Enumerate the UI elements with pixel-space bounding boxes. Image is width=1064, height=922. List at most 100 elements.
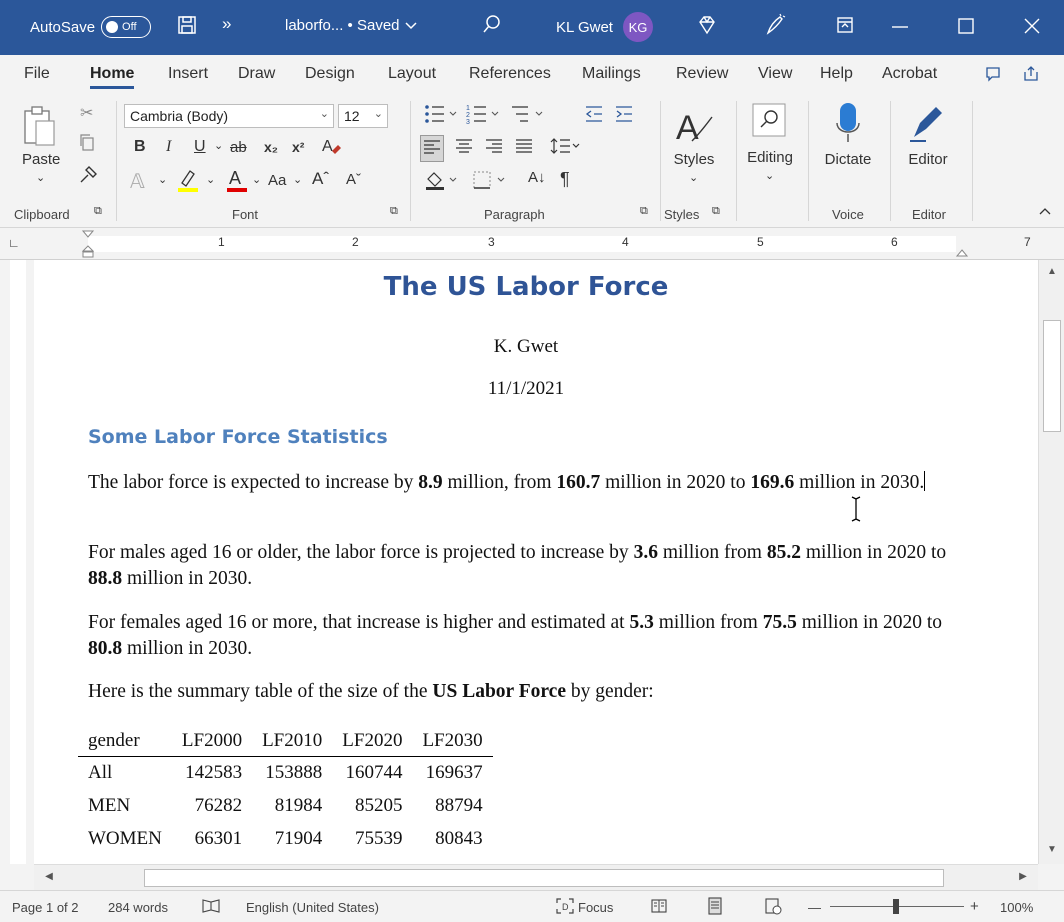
close-icon[interactable] (1024, 18, 1040, 34)
find-icon[interactable] (752, 103, 786, 140)
shrink-font-button[interactable]: Aˇ (346, 171, 361, 188)
strikethrough-button[interactable]: ab (230, 139, 247, 156)
dictate-button[interactable]: Dictate (820, 151, 876, 168)
horizontal-ruler[interactable]: ∟ 1 2 3 4 5 6 7 (0, 228, 1064, 260)
change-case-button[interactable]: Aa (268, 172, 286, 189)
highlight-dropdown-icon[interactable]: ⌄ (206, 173, 215, 186)
zoom-level[interactable]: 100% (1000, 900, 1033, 915)
document-page[interactable]: The US Labor Force K. Gwet 11/1/2021 Som… (34, 260, 1038, 864)
zoom-in-button[interactable]: + (970, 898, 979, 915)
paste-button[interactable]: Paste (22, 151, 60, 168)
italic-button[interactable]: I (166, 138, 171, 156)
styles-icon[interactable]: A (672, 107, 716, 150)
font-color-icon[interactable]: A (226, 167, 248, 196)
change-case-dropdown-icon[interactable]: ⌄ (293, 173, 302, 186)
scroll-up-icon[interactable]: ▲ (1043, 266, 1061, 277)
decrease-indent-icon[interactable] (584, 103, 604, 128)
zoom-out-button[interactable]: — (808, 900, 821, 915)
page-count[interactable]: Page 1 of 2 (12, 900, 79, 915)
cut-icon[interactable]: ✂ (80, 103, 93, 123)
align-right-button[interactable] (484, 136, 504, 159)
save-icon[interactable] (176, 14, 198, 36)
editor-pen-icon[interactable] (906, 103, 946, 146)
read-mode-icon[interactable] (650, 898, 668, 917)
tab-review[interactable]: Review (676, 65, 728, 83)
vertical-scroll-thumb[interactable] (1043, 320, 1061, 432)
document-name-dropdown[interactable]: laborfo... • Saved (285, 17, 418, 34)
font-launcher-icon[interactable]: ⧉ (390, 205, 398, 218)
tab-references[interactable]: References (469, 65, 551, 83)
clipboard-launcher-icon[interactable]: ⧉ (94, 205, 102, 218)
scroll-down-icon[interactable]: ▼ (1043, 844, 1061, 855)
editing-button[interactable]: Editing (738, 149, 802, 166)
first-line-indent-marker[interactable] (81, 230, 95, 263)
paste-dropdown-icon[interactable]: ⌄ (36, 171, 45, 184)
increase-indent-icon[interactable] (614, 103, 634, 128)
shading-icon[interactable] (424, 169, 464, 194)
focus-button[interactable]: Focus (578, 900, 613, 915)
vertical-scrollbar[interactable]: ▲ ▼ (1038, 260, 1064, 864)
highlight-color-icon[interactable] (176, 167, 200, 196)
borders-icon[interactable] (472, 169, 512, 194)
editor-button[interactable]: Editor (902, 151, 954, 168)
underline-dropdown-icon[interactable]: ⌄ (214, 139, 223, 152)
collapse-ribbon-icon[interactable] (1038, 203, 1052, 219)
tab-home[interactable]: Home (90, 65, 135, 89)
horizontal-scrollbar[interactable]: ◀ ▶ (34, 864, 1038, 890)
styles-dropdown-icon[interactable]: ⌄ (689, 171, 698, 184)
tab-draw[interactable]: Draw (238, 65, 275, 83)
ribbon-display-options-icon[interactable] (836, 16, 854, 34)
maximize-icon[interactable] (958, 18, 974, 34)
tab-design[interactable]: Design (305, 65, 355, 83)
copy-icon[interactable] (78, 133, 96, 154)
styles-button[interactable]: Styles (672, 151, 716, 168)
tab-view[interactable]: View (758, 65, 792, 83)
proofing-icon[interactable] (202, 898, 220, 917)
comments-icon[interactable] (980, 61, 1006, 87)
align-center-button[interactable] (454, 136, 474, 159)
text-effects-icon[interactable]: 𝔸 (130, 169, 145, 194)
scroll-right-icon[interactable]: ▶ (1014, 871, 1032, 882)
tab-mailings[interactable]: Mailings (582, 65, 641, 83)
tab-file[interactable]: File (24, 65, 50, 83)
autosave[interactable]: AutoSave Off (30, 16, 152, 38)
bullets-icon[interactable] (424, 103, 464, 128)
editing-dropdown-icon[interactable]: ⌄ (765, 169, 774, 182)
subscript-button[interactable]: x₂ (264, 139, 278, 155)
account[interactable]: KL Gwet KG (556, 12, 653, 42)
paragraph-launcher-icon[interactable]: ⧉ (640, 205, 648, 218)
text-effects-dropdown-icon[interactable]: ⌄ (158, 173, 167, 186)
diamond-icon[interactable] (696, 14, 718, 36)
grow-font-button[interactable]: Aˆ (312, 169, 329, 189)
show-formatting-button[interactable]: ¶ (560, 169, 570, 190)
bold-button[interactable]: B (134, 138, 146, 156)
tab-help[interactable]: Help (820, 65, 853, 83)
sort-button[interactable]: A↓ (528, 169, 546, 186)
tab-layout[interactable]: Layout (388, 65, 436, 83)
designer-pen-icon[interactable] (764, 13, 786, 37)
web-layout-icon[interactable] (764, 897, 782, 918)
format-painter-icon[interactable] (78, 165, 98, 188)
underline-button[interactable]: U (194, 138, 206, 156)
numbering-icon[interactable]: 123 (466, 103, 506, 128)
more-commands-icon[interactable]: » (222, 14, 231, 34)
share-icon[interactable] (1018, 61, 1044, 87)
align-left-button[interactable] (420, 135, 444, 162)
font-name-select[interactable]: Cambria (Body) ⌄ (124, 104, 334, 128)
styles-launcher-icon[interactable]: ⧉ (712, 205, 720, 218)
language[interactable]: English (United States) (246, 900, 379, 915)
focus-icon[interactable]: D (556, 898, 574, 917)
paste-icon[interactable] (22, 105, 58, 154)
tab-insert[interactable]: Insert (168, 65, 208, 83)
superscript-button[interactable]: x² (292, 139, 304, 155)
microphone-icon[interactable] (834, 101, 862, 148)
autosave-toggle[interactable]: Off (101, 16, 152, 38)
word-count[interactable]: 284 words (108, 900, 168, 915)
line-spacing-icon[interactable] (550, 136, 580, 159)
scroll-left-icon[interactable]: ◀ (40, 871, 58, 882)
font-color-dropdown-icon[interactable]: ⌄ (252, 173, 261, 186)
justify-button[interactable] (514, 136, 534, 159)
multilevel-list-icon[interactable] (510, 103, 550, 128)
zoom-slider-thumb[interactable] (893, 899, 899, 914)
tab-acrobat[interactable]: Acrobat (882, 65, 937, 83)
